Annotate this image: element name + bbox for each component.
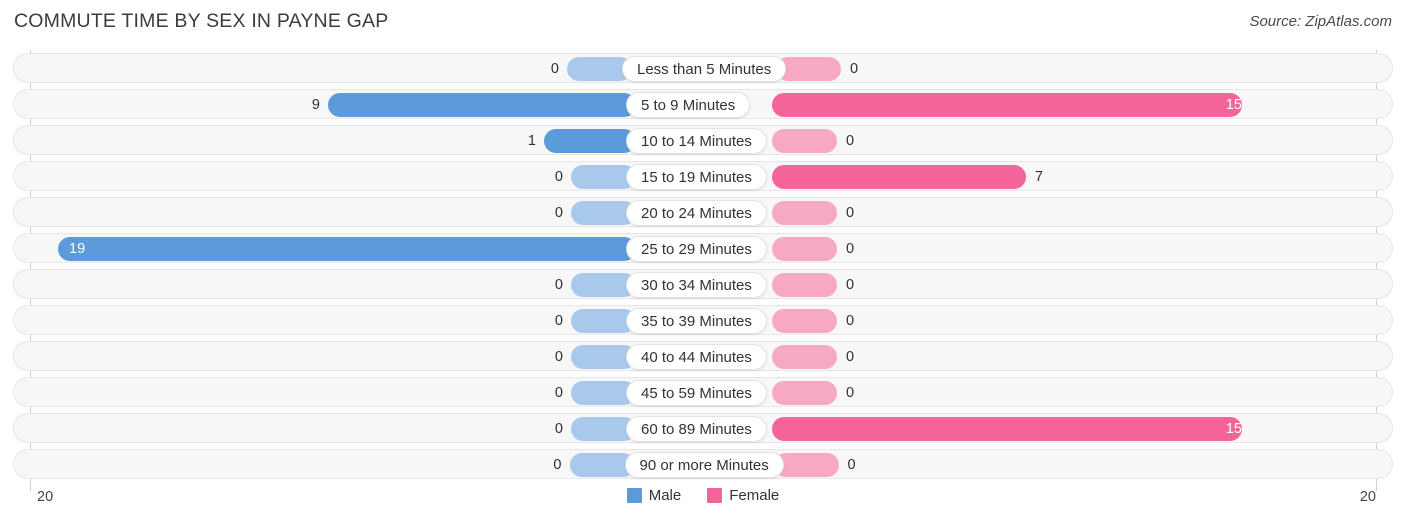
female-value-label: 0: [846, 133, 855, 149]
chart-container: COMMUTE TIME BY SEX IN PAYNE GAP Source:…: [0, 0, 1406, 523]
row-label-pill: 60 to 89 Minutes: [626, 416, 767, 442]
row-label-pill: 30 to 34 Minutes: [626, 272, 767, 298]
female-bar[interactable]: [772, 129, 837, 153]
male-value-label: 0: [554, 277, 563, 293]
male-value-label: 0: [554, 169, 563, 185]
male-value-label: 0: [554, 385, 563, 401]
chart-row: 9 15 5 to 9 Minutes: [13, 89, 1393, 119]
chart-row: 0 0 35 to 39 Minutes: [13, 305, 1393, 335]
female-value-label: 7: [1035, 169, 1044, 185]
row-label-pill: 45 to 59 Minutes: [626, 380, 767, 406]
chart-row: 0 0 Less than 5 Minutes: [13, 53, 1393, 83]
female-value-label: 0: [846, 313, 855, 329]
male-bar[interactable]: [328, 93, 636, 117]
legend-item-male[interactable]: Male: [626, 487, 682, 504]
female-bar[interactable]: [772, 201, 837, 225]
chart-row-inner: 0 7 15 to 19 Minutes: [14, 162, 1392, 190]
chart-row: 0 0 30 to 34 Minutes: [13, 269, 1393, 299]
female-bar[interactable]: [772, 237, 837, 261]
row-label-pill: 35 to 39 Minutes: [626, 308, 767, 334]
chart-row-inner: 1 0 10 to 14 Minutes: [14, 126, 1392, 154]
female-value-label: 15: [1225, 421, 1242, 437]
male-value-label: 1: [527, 133, 536, 149]
chart-row: 19 0 25 to 29 Minutes: [13, 233, 1393, 263]
chart-row-inner: 0 0 35 to 39 Minutes: [14, 306, 1392, 334]
female-value-label: 0: [847, 457, 856, 473]
male-value-label: 0: [554, 313, 563, 329]
chart-row: 1 0 10 to 14 Minutes: [13, 125, 1393, 155]
legend-swatch-icon: [707, 488, 723, 503]
female-value-label: 0: [846, 349, 855, 365]
chart-row: 0 0 40 to 44 Minutes: [13, 341, 1393, 371]
chart-legend: Male Female: [0, 487, 1406, 504]
male-value-label: 0: [553, 457, 562, 473]
page-title: COMMUTE TIME BY SEX IN PAYNE GAP: [14, 10, 389, 32]
female-bar[interactable]: [772, 309, 837, 333]
row-label-pill: 20 to 24 Minutes: [626, 200, 767, 226]
legend-label: Female: [729, 487, 780, 504]
chart-row: 0 7 15 to 19 Minutes: [13, 161, 1393, 191]
chart-row-inner: 9 15 5 to 9 Minutes: [14, 90, 1392, 118]
chart-row-inner: 0 0 45 to 59 Minutes: [14, 378, 1392, 406]
chart-row-inner: 0 0 90 or more Minutes: [14, 450, 1392, 478]
plot-area: 0 0 Less than 5 Minutes 9 15 5 to 9 Minutes 1 0…: [0, 50, 1406, 491]
chart-row: 0 0 20 to 24 Minutes: [13, 197, 1393, 227]
row-label-pill: 10 to 14 Minutes: [626, 128, 767, 154]
male-bar[interactable]: [544, 129, 636, 153]
chart-row-inner: 0 0 30 to 34 Minutes: [14, 270, 1392, 298]
row-label-pill: Less than 5 Minutes: [622, 56, 787, 82]
female-bar[interactable]: [772, 165, 1026, 189]
male-value-label: 9: [311, 97, 320, 113]
source-attribution: Source: ZipAtlas.com: [1249, 13, 1392, 30]
female-value-label: 0: [846, 241, 855, 257]
row-label-pill: 5 to 9 Minutes: [626, 92, 751, 118]
legend-swatch-icon: [626, 488, 642, 503]
chart-row-inner: 19 0 25 to 29 Minutes: [14, 234, 1392, 262]
chart-row-inner: 0 0 Less than 5 Minutes: [14, 54, 1392, 82]
male-value-label: 0: [554, 349, 563, 365]
row-label-pill: 25 to 29 Minutes: [626, 236, 767, 262]
row-label-pill: 40 to 44 Minutes: [626, 344, 767, 370]
female-value-label: 0: [850, 61, 859, 77]
chart-row: 0 0 45 to 59 Minutes: [13, 377, 1393, 407]
male-value-label: 19: [69, 241, 86, 257]
chart-row-inner: 0 0 40 to 44 Minutes: [14, 342, 1392, 370]
female-value-label: 15: [1225, 97, 1242, 113]
chart-row-inner: 0 15 60 to 89 Minutes: [14, 414, 1392, 442]
female-bar[interactable]: [772, 273, 837, 297]
row-label-pill: 90 or more Minutes: [624, 452, 784, 478]
female-bar[interactable]: [772, 381, 837, 405]
legend-item-female[interactable]: Female: [707, 487, 779, 504]
legend-label: Male: [648, 487, 682, 504]
female-bar[interactable]: [772, 345, 837, 369]
female-value-label: 0: [846, 385, 855, 401]
row-label-pill: 15 to 19 Minutes: [626, 164, 767, 190]
male-value-label: 0: [554, 421, 563, 437]
chart-row-inner: 0 0 20 to 24 Minutes: [14, 198, 1392, 226]
chart-row: 0 0 90 or more Minutes: [13, 449, 1393, 479]
female-value-label: 0: [846, 277, 855, 293]
male-value-label: 0: [554, 205, 563, 221]
chart-row: 0 15 60 to 89 Minutes: [13, 413, 1393, 443]
female-value-label: 0: [846, 205, 855, 221]
male-value-label: 0: [550, 61, 559, 77]
